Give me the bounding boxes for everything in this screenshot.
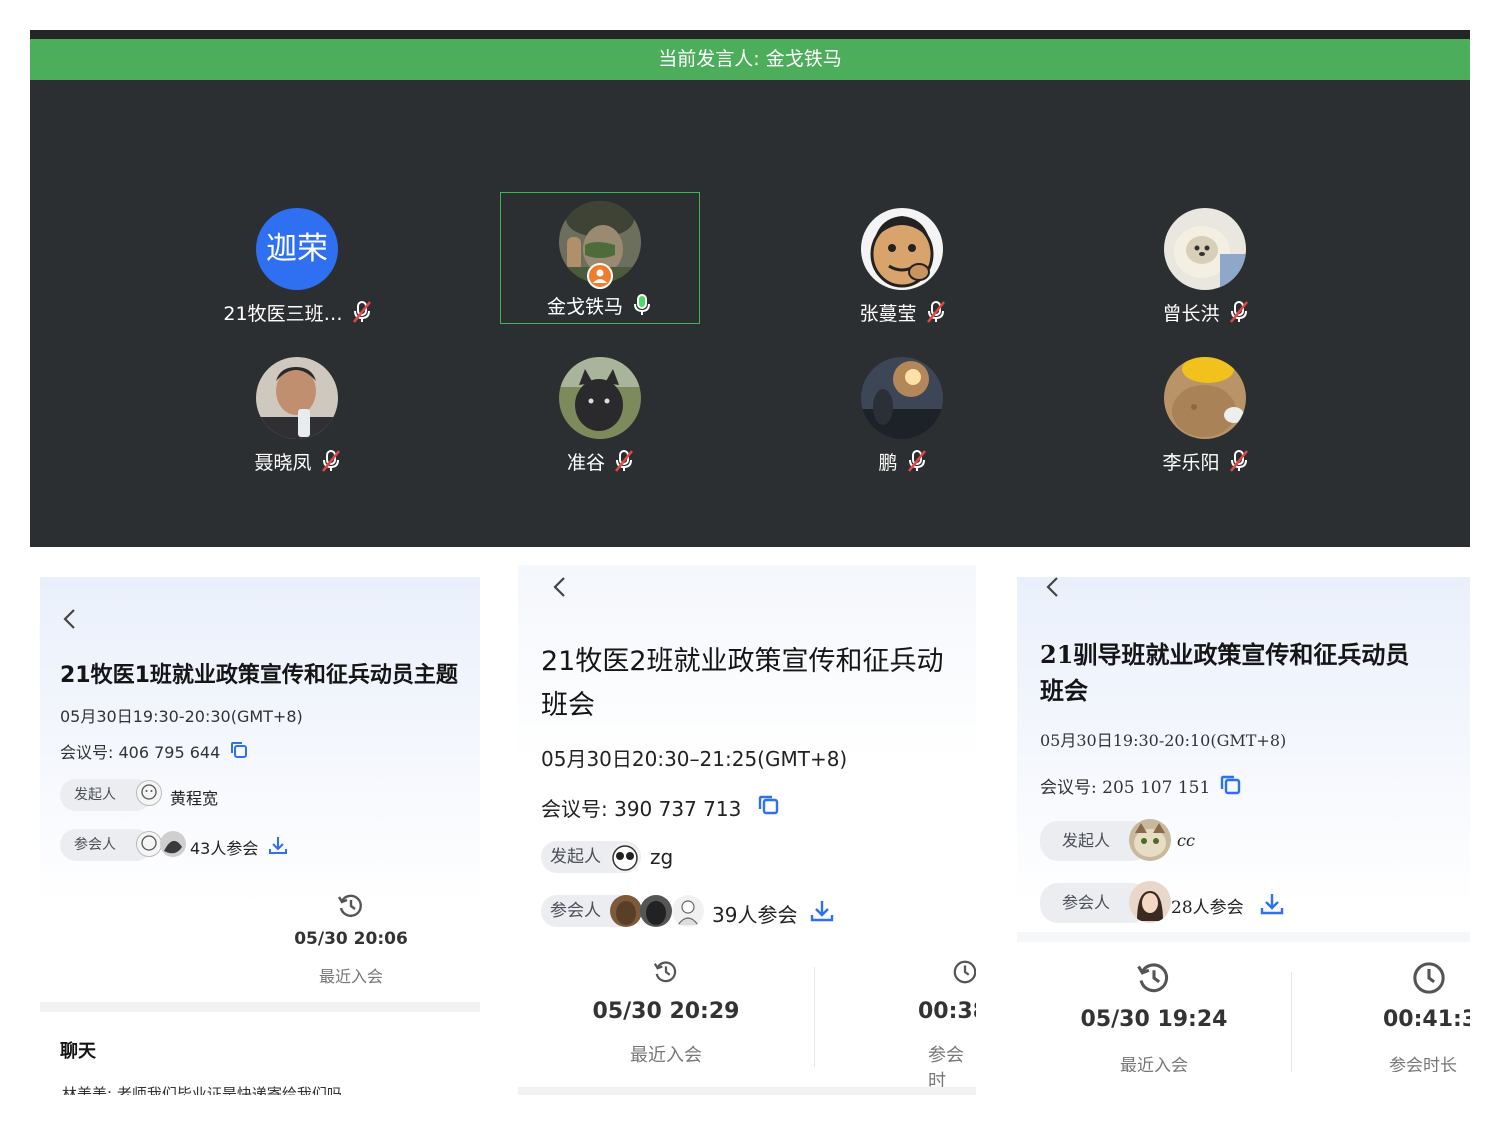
participant-name: 张蔓莹 xyxy=(859,303,917,325)
host-name: cc xyxy=(1177,831,1195,850)
attendee-avatar xyxy=(136,831,162,857)
avatar xyxy=(861,357,943,439)
last-join-time: 05/30 19:24 xyxy=(1080,1007,1228,1032)
participant-tile[interactable]: 准谷 xyxy=(501,349,701,481)
back-arrow-icon[interactable] xyxy=(550,575,570,599)
history-icon xyxy=(653,961,677,983)
section-divider xyxy=(40,1002,480,1012)
copy-icon[interactable] xyxy=(230,741,248,759)
attendee-avatar xyxy=(672,895,704,927)
participant-name: 李乐阳 xyxy=(1162,452,1220,474)
participant-tile-active[interactable]: 金戈铁马 xyxy=(500,192,700,324)
meeting-top-strip xyxy=(30,30,1470,39)
meeting-title: 21驯导班就业政策宣传和征兵动员 xyxy=(1040,640,1410,669)
attendee-avatar xyxy=(610,895,642,927)
participant-tile[interactable]: 聂晓凤 xyxy=(198,349,398,481)
clock-icon xyxy=(953,960,976,984)
host-name: 黄程宽 xyxy=(170,789,219,808)
avatar: 迦荣 xyxy=(256,208,338,290)
meeting-id: 205 107 151 xyxy=(1102,778,1211,798)
host-avatar xyxy=(610,843,640,873)
duration-label: 参会时长 xyxy=(1389,1056,1457,1072)
meeting-card-1: 21牧医1班就业政策宣传和征兵动员主题 05月30日19:30-20:30(GM… xyxy=(40,577,480,1095)
download-icon[interactable] xyxy=(810,899,834,923)
participant-name: 准谷 xyxy=(566,452,605,474)
attendee-avatar xyxy=(1129,881,1171,923)
attendee-avatar xyxy=(160,831,186,857)
meeting-title-line-2: 班会 xyxy=(541,690,595,721)
history-icon xyxy=(1137,963,1169,993)
last-join-label: 最近入会 xyxy=(630,1045,702,1066)
history-icon xyxy=(337,894,362,917)
stat-divider xyxy=(1291,972,1292,1072)
duration-value: 00:38 xyxy=(918,999,976,1024)
back-arrow-icon[interactable] xyxy=(60,607,80,631)
clock-icon xyxy=(1413,962,1445,994)
meeting-time: 05月30日19:30-20:10(GMT+8) xyxy=(1040,731,1287,750)
mic-muted-icon[interactable] xyxy=(320,449,342,480)
host-name: zg xyxy=(650,845,674,869)
attendee-avatar xyxy=(640,895,672,927)
avatar xyxy=(559,357,641,439)
section-divider xyxy=(518,1087,976,1095)
host-badge-icon xyxy=(587,263,613,289)
duration-label: 参会时 xyxy=(928,1045,964,1092)
participant-tile[interactable]: 鹏 xyxy=(803,349,1003,481)
mic-muted-icon[interactable] xyxy=(925,300,947,331)
meeting-card-3: 21驯导班就业政策宣传和征兵动员 班会 05月30日19:30-20:10(GM… xyxy=(1017,577,1470,1072)
participant-name: 金戈铁马 xyxy=(546,296,623,318)
participant-name: 21牧医三班… xyxy=(223,303,343,325)
host-avatar xyxy=(1129,819,1171,861)
meeting-time: 05月30日19:30-20:30(GMT+8) xyxy=(60,707,303,726)
current-speaker-banner: 当前发言人: 金戈铁马 xyxy=(30,39,1470,80)
stat-divider xyxy=(814,967,815,1067)
mic-muted-icon[interactable] xyxy=(613,449,635,480)
attendee-count: 39人参会 xyxy=(712,903,798,927)
meeting-id-label: 会议号: xyxy=(60,743,114,762)
back-arrow-icon[interactable] xyxy=(1043,577,1063,599)
participant-tile[interactable]: 迦荣 21牧医三班… xyxy=(198,200,398,332)
participant-tile[interactable]: 曾长洪 xyxy=(1106,200,1306,332)
participant-name: 聂晓凤 xyxy=(254,452,312,474)
avatar xyxy=(861,208,943,290)
copy-icon[interactable] xyxy=(1220,774,1242,796)
duration-value: 00:41:32 xyxy=(1383,1007,1470,1032)
mic-muted-icon[interactable] xyxy=(351,300,373,331)
copy-icon[interactable] xyxy=(758,794,780,816)
participant-tile[interactable]: 李乐阳 xyxy=(1106,349,1306,481)
avatar xyxy=(1164,208,1246,290)
meeting-title: 21牧医2班就业政策宣传和征兵动 xyxy=(541,646,944,677)
section-divider xyxy=(1017,932,1470,942)
mic-active-icon[interactable] xyxy=(631,293,653,324)
attendee-count: 28人参会 xyxy=(1171,898,1244,918)
last-join-label: 最近入会 xyxy=(318,967,383,986)
chat-preview[interactable]: 林美美: 老师我们毕业证是快递寄给我们吗 xyxy=(62,1083,342,1095)
meeting-time: 05月30日20:30–21:25(GMT+8) xyxy=(541,747,848,771)
meeting-id: 406 795 644 xyxy=(118,743,221,762)
avatar xyxy=(1164,357,1246,439)
last-join-label: 最近入会 xyxy=(1120,1056,1188,1072)
download-icon[interactable] xyxy=(268,835,288,855)
chat-section-title: 聊天 xyxy=(60,1041,96,1062)
meeting-video-panel: 当前发言人: 金戈铁马 迦荣 21牧医三班… 金戈铁马 张蔓莹 曾长洪 聂晓凤 xyxy=(30,30,1470,547)
mic-muted-icon[interactable] xyxy=(1228,449,1250,480)
attendee-count: 43人参会 xyxy=(190,839,259,858)
download-icon[interactable] xyxy=(1260,892,1284,916)
meeting-id: 390 737 713 xyxy=(614,797,742,821)
meeting-id-label: 会议号: xyxy=(541,797,608,821)
avatar xyxy=(256,357,338,439)
meeting-id-label: 会议号: xyxy=(1040,778,1097,798)
last-join-time: 05/30 20:06 xyxy=(294,929,408,949)
meeting-title: 21牧医1班就业政策宣传和征兵动员主题 xyxy=(60,663,458,688)
host-avatar xyxy=(136,780,162,806)
meeting-title-line-2: 班会 xyxy=(1040,676,1088,705)
mic-muted-icon[interactable] xyxy=(1228,300,1250,331)
participant-name: 鹏 xyxy=(878,452,898,474)
participant-name: 曾长洪 xyxy=(1162,303,1220,325)
meeting-card-2: 21牧医2班就业政策宣传和征兵动 班会 05月30日20:30–21:25(GM… xyxy=(518,565,976,1095)
last-join-time: 05/30 20:29 xyxy=(592,999,740,1024)
mic-muted-icon[interactable] xyxy=(906,449,928,480)
participant-tile[interactable]: 张蔓莹 xyxy=(803,200,1003,332)
